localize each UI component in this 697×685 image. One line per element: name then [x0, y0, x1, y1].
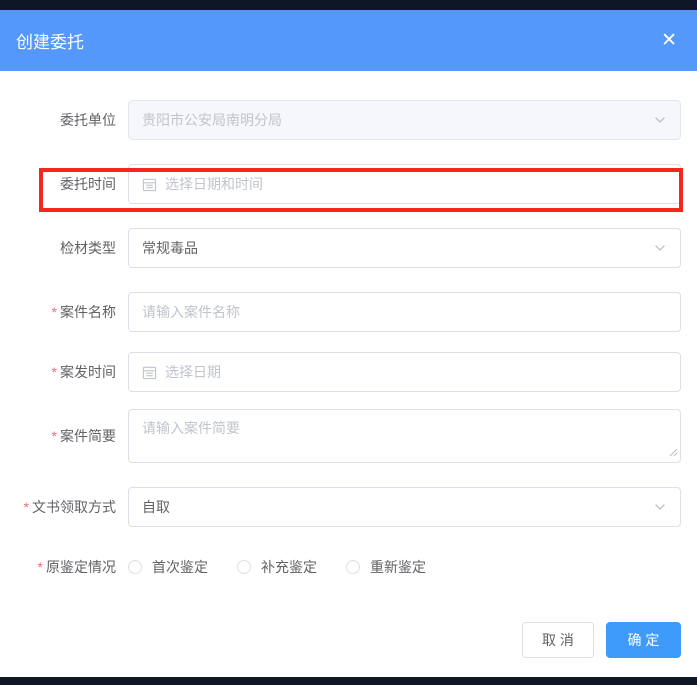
field-label-entrust-time: 委托时间 [0, 175, 128, 193]
form-row-sample-type: 检材类型 常规毒品 [0, 228, 681, 268]
calendar-icon [142, 365, 157, 380]
radio-label: 补充鉴定 [261, 557, 317, 577]
field-label-incident-time: *案发时间 [0, 363, 128, 381]
resize-handle-icon[interactable] [669, 444, 678, 460]
case-name-placeholder: 请输入案件名称 [142, 302, 240, 322]
dialog-body: 委托单位 贵阳市公安局南明分局 委托时间 选择日期和时间 检材类型 常规毒品 [0, 71, 697, 622]
form-row-case-name: *案件名称 请输入案件名称 [0, 292, 681, 332]
field-label-prior-appraisal: *原鉴定情况 [0, 558, 128, 576]
radio-circle-icon [346, 560, 360, 574]
incident-time-date-picker[interactable]: 选择日期 [128, 352, 681, 392]
field-label-case-name: *案件名称 [0, 303, 128, 321]
case-summary-textarea[interactable]: 请输入案件简要 [128, 409, 681, 463]
dialog-footer: 取 消 确 定 [0, 622, 697, 677]
radio-label: 首次鉴定 [152, 557, 208, 577]
chevron-down-icon [653, 113, 667, 127]
cancel-button[interactable]: 取 消 [522, 622, 594, 658]
case-name-input[interactable]: 请输入案件名称 [128, 292, 681, 332]
radio-supplementary-appraisal[interactable]: 补充鉴定 [237, 557, 317, 577]
field-label-doc-pickup: *文书领取方式 [0, 498, 128, 516]
sample-type-value: 常规毒品 [142, 238, 198, 258]
chevron-down-icon [653, 500, 667, 514]
radio-re-appraisal[interactable]: 重新鉴定 [346, 557, 426, 577]
entrust-unit-value: 贵阳市公安局南明分局 [142, 110, 282, 130]
radio-label: 重新鉴定 [370, 557, 426, 577]
incident-time-placeholder: 选择日期 [165, 362, 221, 382]
doc-pickup-value: 自取 [142, 497, 170, 517]
doc-pickup-select[interactable]: 自取 [128, 487, 681, 527]
sample-type-select[interactable]: 常规毒品 [128, 228, 681, 268]
radio-circle-icon [128, 560, 142, 574]
form-row-doc-pickup: *文书领取方式 自取 [0, 487, 681, 527]
create-entrust-dialog: 创建委托 ✕ 委托单位 贵阳市公安局南明分局 委托时间 选择日期和时间 [0, 10, 697, 677]
chevron-down-icon [653, 241, 667, 255]
radio-circle-icon [237, 560, 251, 574]
field-label-sample-type: 检材类型 [0, 239, 128, 257]
calendar-icon [142, 177, 157, 192]
entrust-time-placeholder: 选择日期和时间 [165, 174, 263, 194]
close-icon[interactable]: ✕ [661, 31, 677, 50]
form-row-case-summary: *案件简要 请输入案件简要 [0, 409, 681, 463]
field-label-entrust-unit: 委托单位 [0, 111, 128, 129]
dialog-title: 创建委托 [16, 28, 84, 53]
confirm-button[interactable]: 确 定 [606, 622, 681, 658]
entrust-unit-select[interactable]: 贵阳市公安局南明分局 [128, 100, 681, 140]
entrust-time-datetime-picker[interactable]: 选择日期和时间 [128, 164, 681, 204]
case-summary-placeholder: 请输入案件简要 [142, 418, 240, 438]
form-row-incident-time: *案发时间 选择日期 [0, 352, 681, 392]
field-label-case-summary: *案件简要 [0, 427, 128, 445]
form-row-entrust-unit: 委托单位 贵阳市公安局南明分局 [0, 100, 681, 140]
prior-appraisal-radio-group: 首次鉴定 补充鉴定 重新鉴定 [128, 557, 455, 577]
form-row-prior-appraisal: *原鉴定情况 首次鉴定 补充鉴定 重新鉴定 [0, 557, 681, 577]
radio-first-appraisal[interactable]: 首次鉴定 [128, 557, 208, 577]
dialog-header: 创建委托 ✕ [0, 10, 697, 71]
form-row-entrust-time: 委托时间 选择日期和时间 [0, 164, 681, 204]
